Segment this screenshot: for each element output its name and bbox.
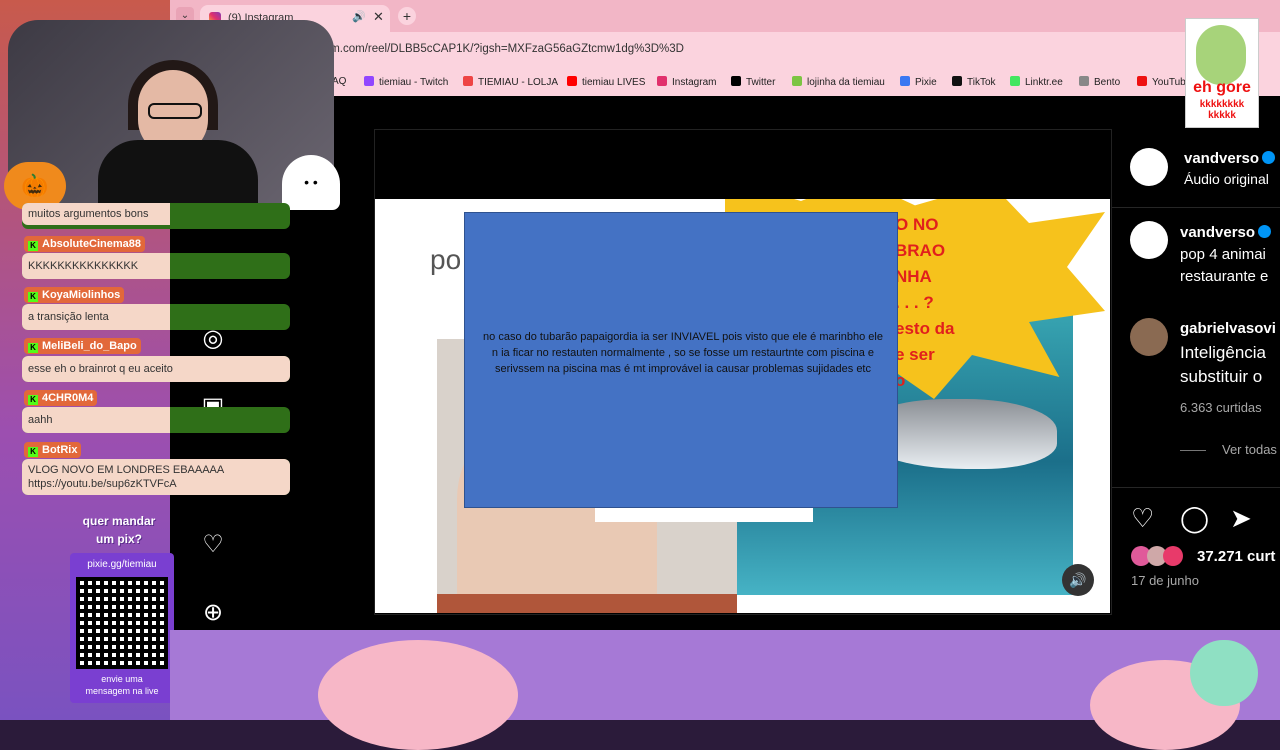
likes-count[interactable]: 37.271 curt xyxy=(1197,548,1275,565)
verified-icon xyxy=(1258,225,1272,238)
slide-title: po xyxy=(430,244,462,275)
comment-line: substituir o xyxy=(1180,367,1263,386)
kick-icon: K xyxy=(28,447,38,457)
bookmark[interactable]: TIEMIAU - LOLJA xyxy=(463,76,558,88)
pix-url: pixie.gg/tiemiau xyxy=(87,559,157,570)
bookmark[interactable]: tiemiau LIVES xyxy=(567,76,645,88)
streamer-glasses xyxy=(148,103,202,119)
share-icon[interactable]: ➤ xyxy=(1230,504,1252,532)
create-icon[interactable]: ⊕ xyxy=(198,598,228,628)
qr-code xyxy=(76,577,168,669)
streamer-body xyxy=(98,140,258,210)
ghost-icon: • • xyxy=(282,155,340,210)
address-bar[interactable]: ram.com/reel/DLBB5cCAP1K/?igsh=MXFzaG56a… xyxy=(320,43,684,55)
chat-message: muitos argumentos bons xyxy=(22,203,290,229)
commenter-avatar[interactable] xyxy=(1130,318,1168,356)
view-all-replies[interactable]: Ver todas xyxy=(1222,442,1277,457)
comment-icon[interactable]: ◯ xyxy=(1180,504,1209,532)
audio-label[interactable]: Áudio original xyxy=(1184,171,1269,187)
youtube-icon xyxy=(1137,76,1147,86)
comment-line: Inteligência xyxy=(1180,343,1267,362)
like-heart-icon[interactable]: ♡ xyxy=(1131,504,1154,532)
bookmark[interactable]: Bento xyxy=(1079,76,1120,88)
bookmark[interactable]: lojinha da tiemiau xyxy=(792,76,885,88)
shop-icon xyxy=(463,76,473,86)
kick-icon: K xyxy=(28,241,38,251)
white-strip xyxy=(595,508,813,522)
close-tab-icon[interactable]: ✕ xyxy=(373,9,384,25)
post-date: 17 de junho xyxy=(1131,573,1199,588)
volume-icon[interactable]: 🔊 xyxy=(1062,564,1094,596)
liker-avatars[interactable] xyxy=(1131,546,1191,566)
bookmark[interactable]: YouTub xyxy=(1137,76,1186,88)
cloud-shape xyxy=(318,640,518,750)
verified-icon xyxy=(1262,151,1276,164)
instagram-icon xyxy=(657,76,667,86)
commenter-name[interactable]: gabrielvasovi xyxy=(1180,320,1276,337)
bookmark[interactable]: Pixie xyxy=(900,76,937,88)
eh-gore-sticker: eh gore kkkkkkkk kkkkk xyxy=(1185,18,1259,128)
pix-note: envie uma mensagem na live xyxy=(85,674,159,696)
sticker-text: kkkkkkkk kkkkk xyxy=(1199,99,1245,121)
frog-icon xyxy=(792,76,802,86)
caption-box: no caso do tubarão papaigordia ia ser IN… xyxy=(464,212,898,508)
bookmark[interactable]: tiemiau - Twitch xyxy=(364,76,448,88)
notifications-heart-icon[interactable]: ♡ xyxy=(198,530,228,560)
bento-icon xyxy=(1079,76,1089,86)
table xyxy=(437,594,737,613)
divider xyxy=(1180,450,1206,451)
author-name[interactable]: vandverso xyxy=(1184,150,1276,167)
chat-username: K 4CHR0M4 xyxy=(24,390,98,406)
bookmark[interactable]: AQ xyxy=(332,76,346,87)
chat-username: K KoyaMiolinhos xyxy=(24,287,125,303)
bookmark[interactable]: Twitter xyxy=(731,76,775,88)
chat-username: K AbsoluteCinema88 xyxy=(24,236,146,252)
pix-callout: quer mandar um pix? xyxy=(82,514,156,546)
chat-message: aahh xyxy=(22,407,290,433)
chat-message: a transição lenta xyxy=(22,304,290,330)
bookmark[interactable]: Instagram xyxy=(657,76,716,88)
chat-username: K MeliBeli_do_Bapo xyxy=(24,338,141,354)
speaker-icon[interactable]: 🔊 xyxy=(352,10,366,23)
chat-message: KKKKKKKKKKKKKKK xyxy=(22,253,290,279)
comment-likes[interactable]: 6.363 curtidas xyxy=(1180,400,1262,415)
caption-text: no caso do tubarão papaigordia ia ser IN… xyxy=(483,331,883,375)
bookmark[interactable]: Linktr.ee xyxy=(1010,76,1063,88)
caption-line: restaurante e xyxy=(1180,268,1269,285)
twitch-icon xyxy=(364,76,374,86)
chat-message: VLOG NOVO EM LONDRES EBAAAAA https://yout… xyxy=(22,459,290,495)
starburst-text: O NO BRAO NHA . . . ? esto da e ser o xyxy=(895,215,955,390)
linktree-icon xyxy=(1010,76,1020,86)
kick-icon: K xyxy=(28,343,38,353)
kick-icon: K xyxy=(28,292,38,302)
chat-username: K BotRix xyxy=(24,442,82,458)
youtube-icon xyxy=(567,76,577,86)
new-tab-button[interactable]: + xyxy=(398,7,416,25)
caption-author[interactable]: vandverso xyxy=(1180,224,1272,241)
bookmark[interactable]: TikTok xyxy=(952,76,996,88)
pix-card: pixie.gg/tiemiau envie uma mensagem na li… xyxy=(70,553,174,703)
frog-icon xyxy=(1196,25,1246,85)
divider xyxy=(1112,487,1280,488)
chat-message: esse eh o brainrot q eu aceito xyxy=(22,356,290,382)
divider xyxy=(1112,207,1280,208)
sticker-text: eh gore xyxy=(1193,79,1251,96)
x-icon xyxy=(731,76,741,86)
mascot-icon xyxy=(1190,640,1258,706)
tiktok-icon xyxy=(952,76,962,86)
pixie-icon xyxy=(900,76,910,86)
caption-avatar[interactable] xyxy=(1130,221,1168,259)
author-avatar[interactable] xyxy=(1130,148,1168,186)
caption-line: pop 4 animai xyxy=(1180,246,1266,263)
kick-icon: K xyxy=(28,395,38,405)
